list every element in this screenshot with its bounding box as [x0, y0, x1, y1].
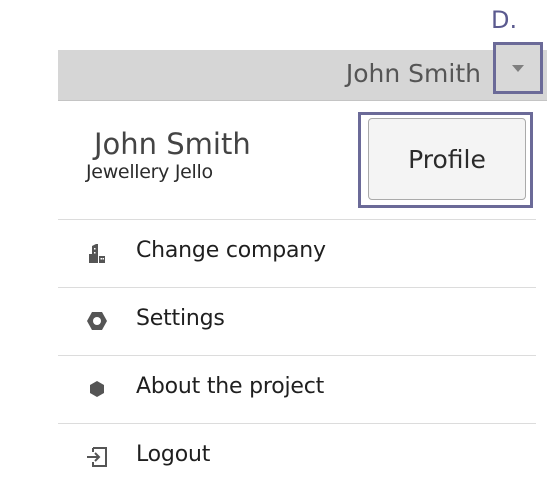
menu-item-change-company[interactable]: Change company: [58, 220, 536, 286]
header-bar: John Smith: [58, 42, 547, 101]
menu-item-label: Logout: [136, 442, 211, 467]
menu-item-logout[interactable]: Logout: [58, 424, 536, 490]
menu-item-label: Settings: [136, 306, 225, 331]
building-icon: [89, 244, 105, 263]
caret-down-icon: [512, 64, 524, 72]
menu-item-settings[interactable]: Settings: [58, 288, 536, 354]
logout-icon: [87, 447, 107, 467]
hexagon-small-icon: [90, 381, 104, 397]
user-dropdown-toggle[interactable]: [493, 42, 543, 94]
user-company: Jewellery Jello: [86, 161, 213, 183]
annotation-label: D.: [491, 6, 518, 34]
menu-item-about[interactable]: About the project: [58, 356, 536, 422]
user-name: John Smith: [94, 127, 251, 161]
menu-item-label: Change company: [136, 238, 326, 263]
menu-item-label: About the project: [136, 374, 325, 399]
header-user-name[interactable]: John Smith: [346, 59, 481, 88]
user-info: John Smith Jewellery Jello: [86, 127, 251, 183]
profile-button[interactable]: Profile: [368, 118, 526, 200]
hexagon-icon: [87, 312, 107, 330]
